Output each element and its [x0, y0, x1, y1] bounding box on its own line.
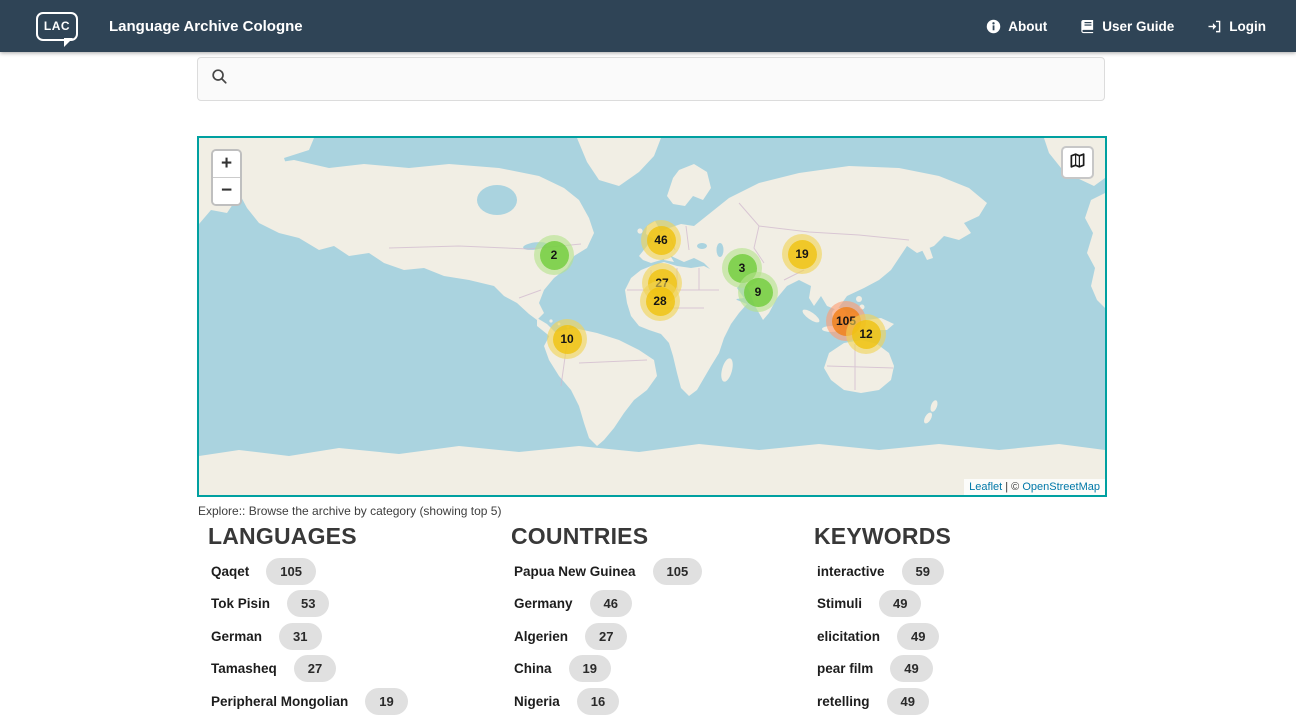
category-title-keywords: KEYWORDS: [814, 523, 1133, 550]
explore-columns: LANGUAGESQaqet105Tok Pisin53German31Tama…: [197, 521, 1157, 718]
category-item[interactable]: Peripheral Mongolian 19: [197, 685, 500, 718]
category-item[interactable]: Stimuli 49: [803, 588, 1133, 621]
leaflet-link[interactable]: Leaflet: [969, 481, 1002, 493]
category-item[interactable]: Germany 46: [500, 588, 803, 621]
category-column-keywords: KEYWORDSinteractive59Stimuli49elicitatio…: [803, 521, 1133, 718]
category-item-label: pear film: [817, 661, 873, 676]
category-item[interactable]: Algerien 27: [500, 620, 803, 653]
category-column-languages: LANGUAGESQaqet105Tok Pisin53German31Tama…: [197, 521, 500, 718]
category-item[interactable]: Tamasheq 27: [197, 653, 500, 686]
category-item-label: interactive: [817, 564, 885, 579]
page-title: Language Archive Cologne: [109, 18, 303, 35]
category-item[interactable]: German 31: [197, 620, 500, 653]
nav-user-guide[interactable]: User Guide: [1080, 19, 1174, 34]
category-item[interactable]: interactive 59: [803, 555, 1133, 588]
category-item-count-badge: 49: [897, 623, 939, 650]
book-icon: [1080, 19, 1095, 34]
category-column-countries: COUNTRIES Papua New Guinea 105 Germany 46 Alg…: [500, 521, 803, 718]
category-item[interactable]: Nigeria 16: [500, 685, 803, 718]
category-item-count-badge: 16: [577, 688, 619, 715]
category-item[interactable]: retelling 49: [803, 685, 1133, 718]
map-cluster-marker[interactable]: 28: [640, 281, 680, 321]
category-item-count-badge: 19: [365, 688, 407, 715]
map-layers-button[interactable]: [1061, 146, 1094, 179]
category-title-countries: COUNTRIES: [511, 523, 803, 550]
map-cluster-marker[interactable]: 12: [846, 314, 886, 354]
app-header: LAC Language Archive Cologne About User …: [0, 0, 1296, 52]
category-item-count-badge: 46: [590, 590, 632, 617]
map-layers-icon: [1069, 152, 1086, 174]
category-item-count-badge: 53: [287, 590, 329, 617]
category-item-label: China: [514, 661, 552, 676]
category-item-label: Papua New Guinea: [514, 564, 636, 579]
search-icon: [211, 68, 228, 90]
search-input[interactable]: [237, 70, 1092, 88]
nav-about[interactable]: About: [986, 19, 1047, 34]
map-cluster-marker[interactable]: 9: [738, 272, 778, 312]
brand-home-link[interactable]: LAC: [36, 12, 78, 41]
cluster-count: 2: [540, 241, 569, 270]
zoom-in-button[interactable]: +: [213, 151, 240, 178]
cluster-count: 10: [553, 325, 582, 354]
nav-login[interactable]: Login: [1207, 19, 1266, 34]
category-item-count-badge: 105: [266, 558, 316, 585]
category-title-languages: LANGUAGES: [208, 523, 500, 550]
map-cluster-marker[interactable]: 10: [547, 319, 587, 359]
attribution-separator: | ©: [1002, 481, 1022, 493]
search-bar: [197, 57, 1105, 101]
nav-user-guide-label: User Guide: [1102, 19, 1174, 34]
category-item-count-badge: 27: [585, 623, 627, 650]
category-item-label: Germany: [514, 596, 573, 611]
openstreetmap-link[interactable]: OpenStreetMap: [1022, 481, 1100, 493]
map-cluster-layer: 246272839191051210: [199, 138, 1105, 495]
login-icon: [1207, 19, 1222, 34]
category-item-count-badge: 105: [653, 558, 703, 585]
category-item[interactable]: Qaqet 105: [197, 555, 500, 588]
nav-login-label: Login: [1229, 19, 1266, 34]
category-item-count-badge: 49: [887, 688, 929, 715]
map-zoom-control: + −: [211, 149, 242, 206]
category-item-label: German: [211, 629, 262, 644]
category-item-count-badge: 49: [890, 655, 932, 682]
category-item-label: Nigeria: [514, 694, 560, 709]
category-item-label: elicitation: [817, 629, 880, 644]
category-item-label: Tok Pisin: [211, 596, 270, 611]
explore-section: Explore:: Browse the archive by category…: [197, 504, 1157, 718]
lac-logo: LAC: [36, 12, 78, 41]
map-cluster-marker[interactable]: 19: [782, 234, 822, 274]
top-nav: About User Guide Login: [986, 19, 1266, 34]
map-cluster-marker[interactable]: 46: [641, 220, 681, 260]
cluster-count: 46: [647, 226, 676, 255]
cluster-count: 12: [852, 320, 881, 349]
category-item-count-badge: 59: [902, 558, 944, 585]
category-item[interactable]: elicitation 49: [803, 620, 1133, 653]
category-item[interactable]: Papua New Guinea 105: [500, 555, 803, 588]
explore-note: Explore:: Browse the archive by category…: [198, 504, 1157, 518]
category-item[interactable]: Tok Pisin 53: [197, 588, 500, 621]
category-item[interactable]: China 19: [500, 653, 803, 686]
map[interactable]: 246272839191051210 + − Leaflet | © OpenS…: [197, 136, 1107, 497]
category-item-label: Qaqet: [211, 564, 249, 579]
cluster-count: 19: [788, 240, 817, 269]
category-item-count-badge: 27: [294, 655, 336, 682]
map-cluster-marker[interactable]: 2: [534, 235, 574, 275]
category-item-label: retelling: [817, 694, 870, 709]
category-item-count-badge: 19: [569, 655, 611, 682]
category-item-count-badge: 31: [279, 623, 321, 650]
category-item-label: Peripheral Mongolian: [211, 694, 348, 709]
map-attribution: Leaflet | © OpenStreetMap: [964, 479, 1105, 495]
zoom-out-button[interactable]: −: [213, 178, 240, 204]
nav-about-label: About: [1008, 19, 1047, 34]
cluster-count: 28: [646, 287, 675, 316]
category-item-label: Stimuli: [817, 596, 862, 611]
category-item-count-badge: 49: [879, 590, 921, 617]
category-item-label: Algerien: [514, 629, 568, 644]
cluster-count: 9: [744, 278, 773, 307]
category-item-label: Tamasheq: [211, 661, 277, 676]
logo-text: LAC: [44, 19, 70, 33]
info-icon: [986, 19, 1001, 34]
category-item[interactable]: pear film 49: [803, 653, 1133, 686]
